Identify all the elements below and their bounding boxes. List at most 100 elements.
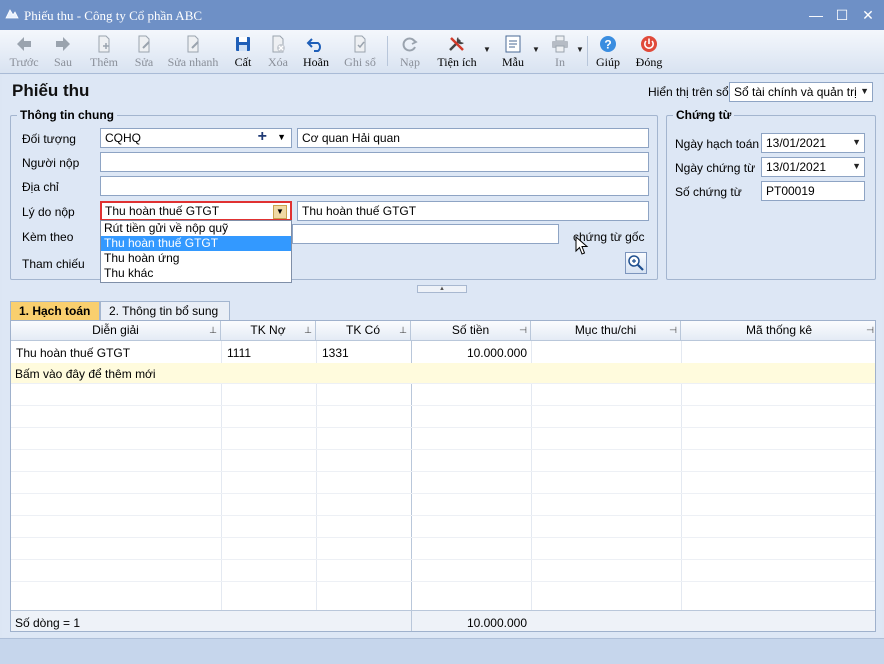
reason-option[interactable]: Thu khác bbox=[101, 266, 291, 281]
reference-search-button[interactable] bbox=[625, 252, 647, 274]
quick-edit-icon bbox=[187, 35, 199, 53]
edit-button[interactable]: Sửa bbox=[128, 32, 160, 72]
reason-option-selected[interactable]: Thu hoàn thuế GTGT bbox=[101, 236, 291, 251]
app-icon bbox=[5, 9, 19, 19]
reference-label: Tham chiếu bbox=[22, 257, 85, 271]
payer-label: Người nộp bbox=[22, 156, 80, 170]
maximize-button[interactable]: ☐ bbox=[832, 5, 852, 25]
column-header[interactable]: Mục thu/chi ⊣ bbox=[531, 321, 681, 341]
pin-icon[interactable]: ⊣ bbox=[866, 321, 874, 340]
print-button[interactable]: In bbox=[544, 32, 576, 72]
close-button[interactable]: Đóng bbox=[632, 32, 666, 72]
row-amount[interactable]: 10.000.000 bbox=[411, 346, 527, 360]
post-button[interactable]: Ghi sổ bbox=[340, 32, 380, 72]
chevron-down-icon[interactable]: ▼ bbox=[273, 205, 287, 219]
collapse-splitter[interactable]: ▲ bbox=[417, 285, 467, 293]
accounting-grid: Diễn giải ⊥ TK Nợ ⊥ TK Có ⊥ Số tiền ⊣ Mục th… bbox=[10, 320, 876, 632]
minimize-button[interactable]: — bbox=[806, 5, 826, 25]
printer-icon bbox=[552, 35, 568, 53]
column-header[interactable]: Số tiền ⊣ bbox=[411, 321, 531, 341]
chevron-down-icon[interactable]: ▼ bbox=[852, 137, 861, 147]
tab-accounting[interactable]: 1. Hạch toán bbox=[10, 301, 100, 321]
row-description[interactable]: Thu hoàn thuế GTGT bbox=[16, 346, 130, 360]
voucher-date-label: Ngày chứng từ bbox=[675, 161, 756, 175]
quick-edit-button[interactable]: Sửa nhanh bbox=[164, 32, 222, 72]
chevron-down-icon[interactable]: ▼ bbox=[852, 161, 861, 171]
utilities-dropdown-icon[interactable]: ▼ bbox=[483, 45, 491, 54]
grid-footer: Số dòng = 1 10.000.000 bbox=[11, 610, 875, 631]
power-icon bbox=[641, 36, 657, 52]
attach-count-field[interactable] bbox=[292, 224, 559, 244]
save-button[interactable]: Cất bbox=[228, 32, 258, 72]
title-bar: Phiếu thu - Công ty Cổ phần ABC — ☐ ✕ bbox=[0, 0, 884, 30]
row-credit-account[interactable]: 1331 bbox=[322, 346, 349, 360]
add-new-row[interactable]: Bấm vào đây để thêm mới bbox=[11, 363, 875, 383]
refresh-icon bbox=[402, 37, 418, 52]
page-title: Phiếu thu bbox=[12, 81, 90, 100]
print-dropdown-icon[interactable]: ▼ bbox=[576, 45, 584, 54]
edit-document-icon bbox=[138, 35, 150, 53]
reload-button[interactable]: Nạp bbox=[394, 32, 426, 72]
next-button[interactable]: Sau bbox=[46, 32, 80, 72]
add-object-icon[interactable]: + bbox=[258, 129, 267, 146]
prev-button[interactable]: Trước bbox=[6, 32, 42, 72]
delete-button[interactable]: Xóa bbox=[262, 32, 294, 72]
grid-line bbox=[11, 383, 875, 384]
tab-additional-info[interactable]: 2. Thông tin bổ sung bbox=[100, 301, 230, 321]
object-label: Đối tượng bbox=[22, 132, 76, 146]
template-dropdown-icon[interactable]: ▼ bbox=[532, 45, 540, 54]
pin-icon[interactable]: ⊥ bbox=[209, 321, 217, 340]
help-icon: ? bbox=[600, 36, 616, 52]
window-title: Phiếu thu - Công ty Cổ phần ABC bbox=[24, 8, 203, 23]
column-header[interactable]: TK Nợ ⊥ bbox=[221, 321, 316, 341]
object-name-field[interactable]: Cơ quan Hải quan bbox=[297, 128, 649, 148]
reason-select[interactable]: Thu hoàn thuế GTGT ▼ bbox=[100, 201, 292, 221]
total-amount: 10.000.000 bbox=[466, 616, 527, 630]
arrow-right-icon bbox=[56, 37, 70, 51]
grid-line bbox=[11, 493, 875, 494]
pin-icon[interactable]: ⊥ bbox=[304, 321, 312, 340]
new-document-icon bbox=[98, 35, 110, 53]
reason-dropdown-list: Rút tiền gửi về nộp quỹ Thu hoàn thuế GT… bbox=[100, 220, 292, 283]
general-info-title: Thông tin chung bbox=[17, 108, 117, 122]
pin-icon[interactable]: ⊣ bbox=[669, 321, 677, 340]
grid-line bbox=[11, 581, 875, 582]
chevron-down-icon[interactable]: ▼ bbox=[277, 132, 286, 142]
pin-icon[interactable]: ⊥ bbox=[399, 321, 407, 340]
voucher-date-field[interactable]: 13/01/2021 ▼ bbox=[761, 157, 865, 177]
grid-line bbox=[11, 515, 875, 516]
add-button[interactable]: Thêm bbox=[86, 32, 122, 72]
reason-text-field[interactable]: Thu hoàn thuế GTGT bbox=[297, 201, 649, 221]
posting-date-field[interactable]: 13/01/2021 ▼ bbox=[761, 133, 865, 153]
object-code-field[interactable]: CQHQ + ▼ bbox=[100, 128, 292, 148]
svg-text:?: ? bbox=[604, 38, 611, 52]
address-field[interactable] bbox=[100, 176, 649, 196]
reason-option[interactable]: Rút tiền gửi về nộp quỹ bbox=[101, 221, 291, 236]
grid-line bbox=[11, 537, 875, 538]
row-debit-account[interactable]: 1111 bbox=[227, 346, 251, 360]
column-header[interactable]: Diễn giải ⊥ bbox=[11, 321, 221, 341]
display-on-ledger-select[interactable]: Sổ tài chính và quản trị ▼ bbox=[729, 82, 873, 102]
grid-line bbox=[11, 427, 875, 428]
column-header[interactable]: Mã thống kê ⊣ bbox=[681, 321, 875, 341]
chevron-down-icon[interactable]: ▼ bbox=[860, 86, 869, 96]
post-ledger-icon bbox=[354, 35, 366, 53]
payer-field[interactable] bbox=[100, 152, 649, 172]
close-window-button[interactable]: ✕ bbox=[858, 5, 878, 25]
grid-line bbox=[11, 449, 875, 450]
column-header[interactable]: TK Có ⊥ bbox=[316, 321, 411, 341]
reason-option[interactable]: Thu hoàn ứng bbox=[101, 251, 291, 266]
arrow-left-icon bbox=[17, 37, 31, 51]
undo-icon bbox=[306, 38, 321, 52]
template-button[interactable]: Mẫu bbox=[496, 32, 530, 72]
reason-label: Lý do nộp bbox=[22, 205, 75, 219]
add-new-row-hint: Bấm vào đây để thêm mới bbox=[15, 367, 156, 381]
undo-button[interactable]: Hoãn bbox=[298, 32, 334, 72]
grid-line bbox=[11, 559, 875, 560]
voucher-title: Chứng từ bbox=[673, 108, 735, 122]
attach-label: Kèm theo bbox=[22, 230, 74, 244]
pin-icon[interactable]: ⊣ bbox=[519, 321, 527, 340]
help-button[interactable]: ? Giúp bbox=[592, 32, 624, 72]
voucher-no-field[interactable]: PT00019 bbox=[761, 181, 865, 201]
utilities-button[interactable]: Tiện ích bbox=[434, 32, 480, 72]
